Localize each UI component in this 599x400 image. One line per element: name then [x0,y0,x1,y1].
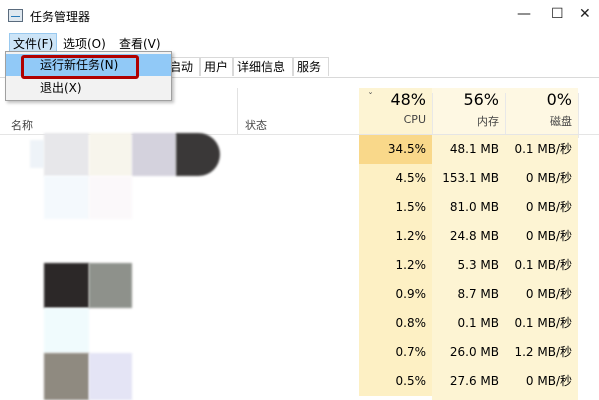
column-header-name[interactable]: 名称 [11,117,33,133]
table-row[interactable]: 0.9% 8.7 MB 0 MB/秒 [0,280,599,309]
header-separator [432,93,433,138]
table-row[interactable]: 4.5% 153.1 MB 0 MB/秒 [0,164,599,193]
disk-cell: 0.1 MB/秒 [514,316,572,330]
memory-cell: 8.7 MB [457,287,499,301]
tab-services[interactable]: 服务 [293,57,329,76]
memory-percent: 56% [463,90,499,109]
memory-cell: 0.1 MB [457,316,499,330]
memory-label: 内存 [477,115,499,128]
memory-cell: 48.1 MB [449,142,499,156]
column-header-memory[interactable]: 56% 内存 [432,90,499,129]
disk-label: 磁盘 [550,115,572,128]
column-header-cpu[interactable]: 48% CPU [359,90,426,126]
menu-file[interactable]: 文件(F) [9,33,58,53]
task-manager-icon [8,9,23,22]
cpu-cell: 0.9% [359,280,432,309]
menu-options[interactable]: 选项(O) [61,35,108,52]
window-title: 任务管理器 [30,10,91,24]
table-row[interactable]: 1.2% 5.3 MB 0.1 MB/秒 [0,251,599,280]
disk-cell: 0 MB/秒 [525,287,572,301]
disk-cell: 0 MB/秒 [525,200,572,214]
table-row[interactable]: 0.8% 0.1 MB 0.1 MB/秒 [0,309,599,338]
disk-cell: 0.1 MB/秒 [514,142,572,156]
cpu-cell: 1.5% [359,193,432,222]
table-row[interactable]: 1.2% 24.8 MB 0 MB/秒 [0,222,599,251]
tab-users[interactable]: 用户 [200,57,233,76]
minimize-button[interactable]: — [517,6,531,22]
table-row[interactable]: 34.5% 48.1 MB 0.1 MB/秒 [0,135,599,164]
cpu-cell: 0.7% [359,338,432,367]
disk-cell: 1.2 MB/秒 [514,345,572,359]
maximize-button[interactable]: ☐ [551,6,564,22]
memory-cell: 81.0 MB [449,200,499,214]
table-row[interactable]: 1.5% 81.0 MB 0 MB/秒 [0,193,599,222]
menu-view[interactable]: 查看(V) [117,35,163,52]
disk-cell: 0 MB/秒 [525,374,572,388]
cpu-cell: 4.5% [359,164,432,193]
exit-label: 退出(X) [40,81,82,95]
cpu-cell: 0.8% [359,309,432,338]
menu-item-exit[interactable]: 退出(X) [6,77,171,99]
cpu-cell: 1.2% [359,251,432,280]
table-row[interactable]: 0.7% 26.0 MB 1.2 MB/秒 [0,338,599,367]
header-separator [578,93,579,138]
cpu-cell: 1.2% [359,222,432,251]
header-separator [505,93,506,138]
disk-cell: 0 MB/秒 [525,171,572,185]
column-header-status[interactable]: 状态 [245,117,267,133]
file-menu-dropdown: 运行新任务(N) 退出(X) [5,51,172,101]
memory-cell: 5.3 MB [457,258,499,272]
memory-cell: 24.8 MB [449,229,499,243]
tab-details[interactable]: 详细信息 [233,57,293,76]
column-header-disk[interactable]: 0% 磁盘 [505,90,572,129]
cpu-percent: 48% [390,90,426,109]
cpu-label: CPU [403,113,426,126]
memory-cell: 27.6 MB [449,374,499,388]
disk-cell: 0 MB/秒 [525,229,572,243]
memory-cell: 153.1 MB [442,171,499,185]
red-highlight-box [21,55,139,79]
disk-cell: 0.1 MB/秒 [514,258,572,272]
header-separator [237,88,238,134]
menu-bar: 文件(F) 选项(O) 查看(V) [0,33,599,53]
disk-percent: 0% [546,90,572,109]
memory-cell: 26.0 MB [449,345,499,359]
title-bar: 任务管理器 — ☐ ✕ [0,0,599,32]
cpu-cell: 34.5% [359,135,432,164]
close-button[interactable]: ✕ [579,6,591,22]
cpu-cell: 0.5% [359,367,432,396]
table-row[interactable]: 0.5% 27.6 MB 0 MB/秒 [0,367,599,396]
